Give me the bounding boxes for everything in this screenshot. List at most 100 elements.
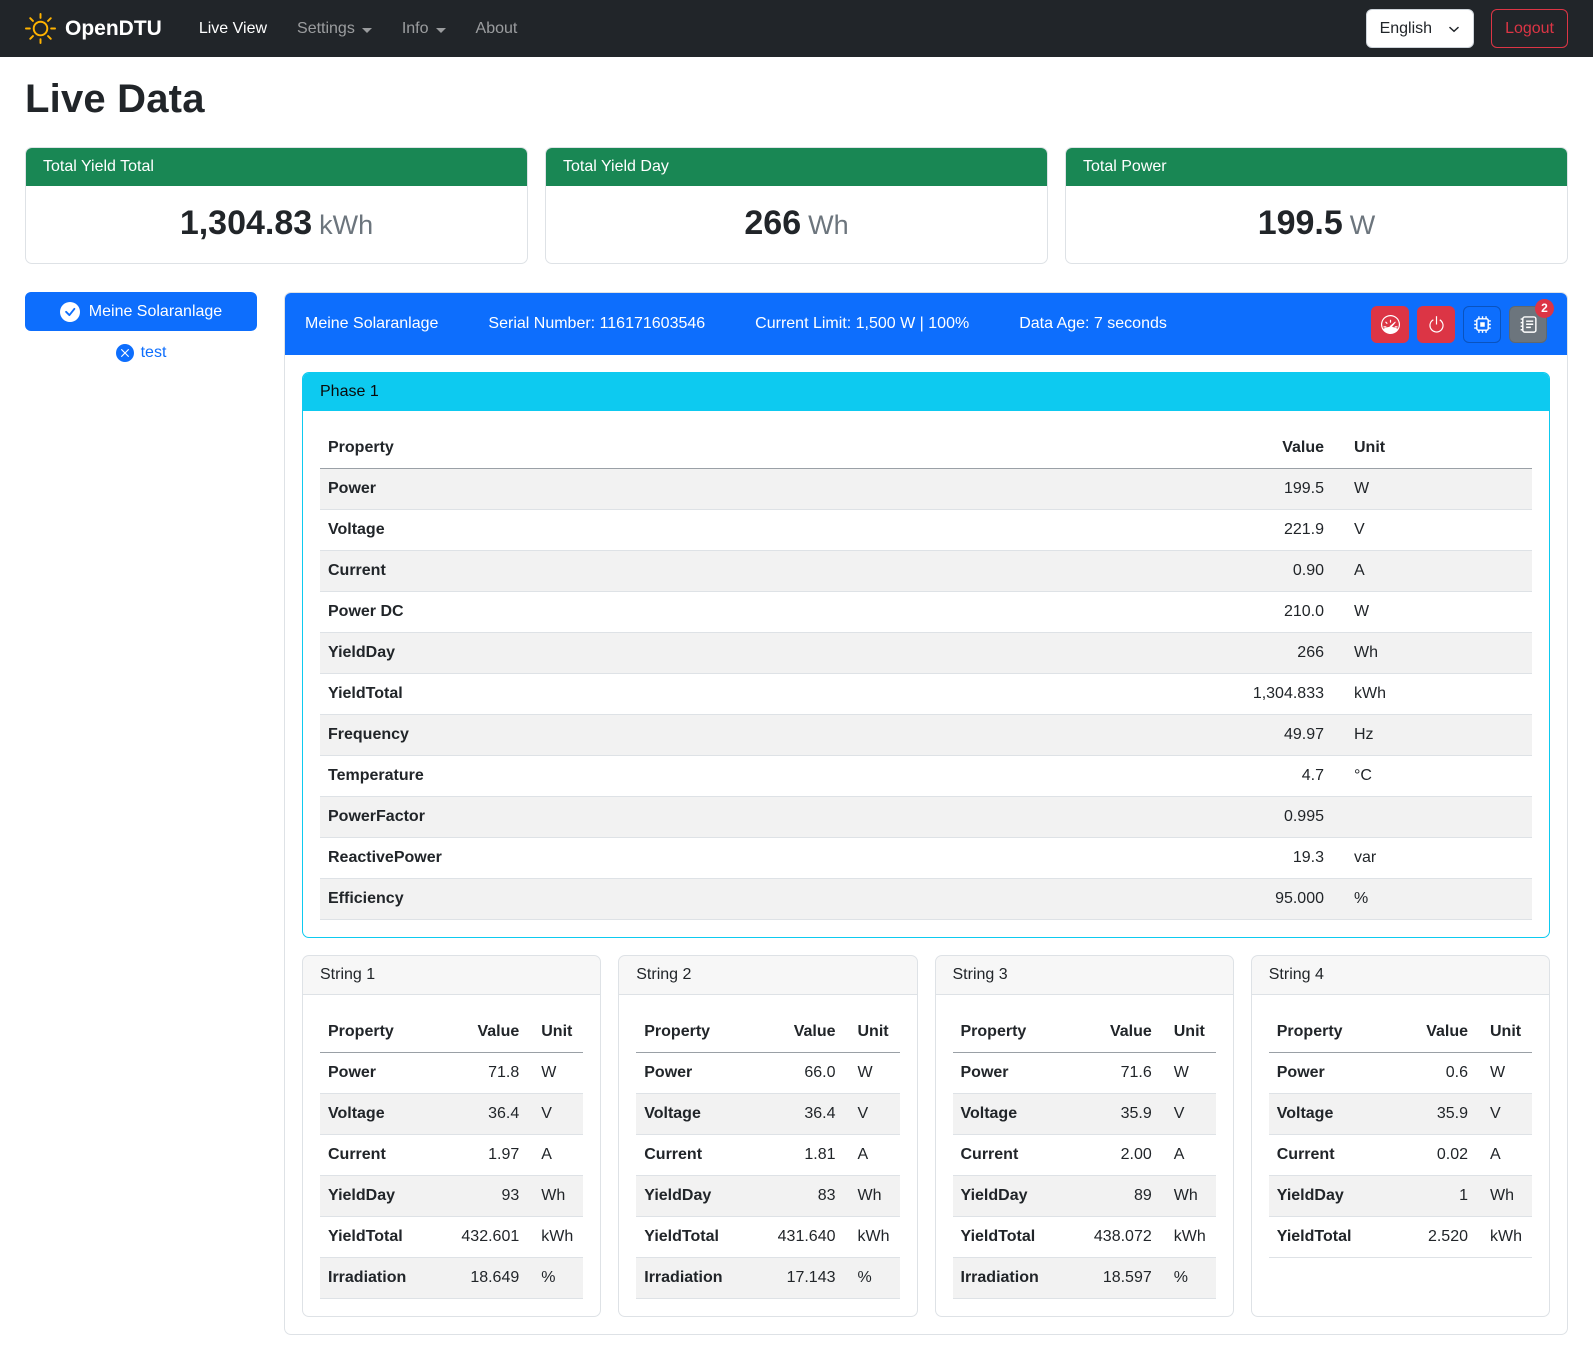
unit-cell: W: [844, 1053, 900, 1094]
property-cell: Power: [1269, 1053, 1384, 1094]
inverter-action-buttons: 2: [1371, 306, 1547, 343]
brand-label: OpenDTU: [65, 17, 162, 41]
value-header: Value: [1068, 1012, 1160, 1053]
unit-cell: Hz: [1332, 715, 1532, 756]
property-cell: Power: [636, 1053, 751, 1094]
property-cell: Frequency: [320, 715, 1182, 756]
chevron-down-icon: [1448, 23, 1460, 35]
unit-cell: [1332, 797, 1532, 838]
limit-settings-button[interactable]: [1371, 306, 1409, 343]
property-cell: YieldTotal: [953, 1217, 1068, 1258]
unit-cell: kWh: [527, 1217, 583, 1258]
nav-info[interactable]: Info: [387, 12, 461, 46]
power-icon: [1427, 315, 1446, 334]
value-header: Value: [1182, 428, 1332, 469]
value-cell: 199.5: [1182, 469, 1332, 510]
table-row: Efficiency 95.000 %: [320, 879, 1532, 920]
table-row: YieldTotal 2.520 kWh: [1269, 1217, 1532, 1258]
unit-cell: %: [844, 1258, 900, 1299]
summary-value: 266: [744, 204, 801, 242]
table-row: YieldDay 1 Wh: [1269, 1176, 1532, 1217]
property-cell: YieldTotal: [320, 1217, 435, 1258]
unit-cell: %: [1332, 879, 1532, 920]
property-cell: Voltage: [636, 1094, 751, 1135]
navbar: OpenDTU Live View Settings Info About En…: [0, 0, 1593, 57]
nav-live-view[interactable]: Live View: [184, 12, 282, 46]
table-header-row: Property Value Unit: [320, 1012, 583, 1053]
unit-cell: W: [1160, 1053, 1216, 1094]
table-header-row: Property Value Unit: [1269, 1012, 1532, 1053]
property-cell: Efficiency: [320, 879, 1182, 920]
chevron-down-icon: [362, 28, 372, 33]
unit-cell: V: [1476, 1094, 1532, 1135]
string-card: String 1 Property Value Unit: [302, 955, 601, 1317]
value-header: Value: [435, 1012, 527, 1053]
value-cell: 17.143: [752, 1258, 844, 1299]
brand-link[interactable]: OpenDTU: [25, 13, 162, 44]
summary-card: Total Yield Day 266Wh: [545, 147, 1048, 264]
value-cell: 0.6: [1384, 1053, 1476, 1094]
property-cell: YieldTotal: [636, 1217, 751, 1258]
unit-cell: W: [1332, 592, 1532, 633]
unit-cell: V: [1160, 1094, 1216, 1135]
value-cell: 0.995: [1182, 797, 1332, 838]
logout-button[interactable]: Logout: [1491, 9, 1568, 48]
inverter-button-test[interactable]: test: [116, 344, 167, 362]
value-cell: 36.4: [752, 1094, 844, 1135]
unit-cell: W: [1332, 469, 1532, 510]
property-cell: Power DC: [320, 592, 1182, 633]
property-cell: YieldDay: [953, 1176, 1068, 1217]
value-header: Value: [752, 1012, 844, 1053]
table-row: Voltage 35.9 V: [953, 1094, 1216, 1135]
string-card: String 3 Property Value Unit: [935, 955, 1234, 1317]
inverter-sidebar: Meine Solaranlage test: [25, 292, 257, 362]
table-header-row: Property Value Unit: [320, 428, 1532, 469]
nav-settings[interactable]: Settings: [282, 12, 387, 46]
value-cell: 431.640: [752, 1217, 844, 1258]
string-card: String 2 Property Value Unit: [618, 955, 917, 1317]
property-cell: Power: [953, 1053, 1068, 1094]
power-button[interactable]: [1417, 306, 1455, 343]
value-cell: 4.7: [1182, 756, 1332, 797]
table-row: Voltage 36.4 V: [636, 1094, 899, 1135]
unit-cell: kWh: [1476, 1217, 1532, 1258]
unit-cell: kWh: [844, 1217, 900, 1258]
property-header: Property: [320, 1012, 435, 1053]
cpu-icon: [1473, 315, 1492, 334]
nav-about[interactable]: About: [461, 12, 533, 46]
inverter-test-label: test: [141, 344, 167, 362]
value-cell: 432.601: [435, 1217, 527, 1258]
value-cell: 35.9: [1384, 1094, 1476, 1135]
unit-cell: Wh: [1160, 1176, 1216, 1217]
property-cell: Temperature: [320, 756, 1182, 797]
value-cell: 266: [1182, 633, 1332, 674]
property-cell: Current: [953, 1135, 1068, 1176]
unit-cell: Wh: [844, 1176, 900, 1217]
table-row: Voltage 221.9 V: [320, 510, 1532, 551]
unit-cell: var: [1332, 838, 1532, 879]
value-cell: 66.0: [752, 1053, 844, 1094]
summary-card-body: 266Wh: [546, 186, 1047, 263]
property-cell: Voltage: [320, 1094, 435, 1135]
check-circle-icon: [60, 302, 80, 322]
device-info-button[interactable]: [1463, 306, 1501, 343]
unit-header: Unit: [527, 1012, 583, 1053]
unit-cell: °C: [1332, 756, 1532, 797]
property-cell: YieldDay: [320, 633, 1182, 674]
inverter-button-selected[interactable]: Meine Solaranlage: [25, 292, 257, 331]
strings-row: String 1 Property Value Unit: [302, 955, 1550, 1317]
value-cell: 95.000: [1182, 879, 1332, 920]
language-select[interactable]: English: [1366, 9, 1474, 48]
event-log-button[interactable]: 2: [1509, 306, 1547, 343]
string-table: Property Value Unit Power 71.8 W: [320, 1012, 583, 1299]
value-cell: 2.520: [1384, 1217, 1476, 1258]
table-row: Current 2.00 A: [953, 1135, 1216, 1176]
value-cell: 18.649: [435, 1258, 527, 1299]
unit-cell: A: [844, 1135, 900, 1176]
table-row: Power 71.8 W: [320, 1053, 583, 1094]
table-row: YieldTotal 431.640 kWh: [636, 1217, 899, 1258]
property-cell: PowerFactor: [320, 797, 1182, 838]
unit-header: Unit: [844, 1012, 900, 1053]
table-row: Irradiation 17.143 %: [636, 1258, 899, 1299]
unit-cell: W: [527, 1053, 583, 1094]
